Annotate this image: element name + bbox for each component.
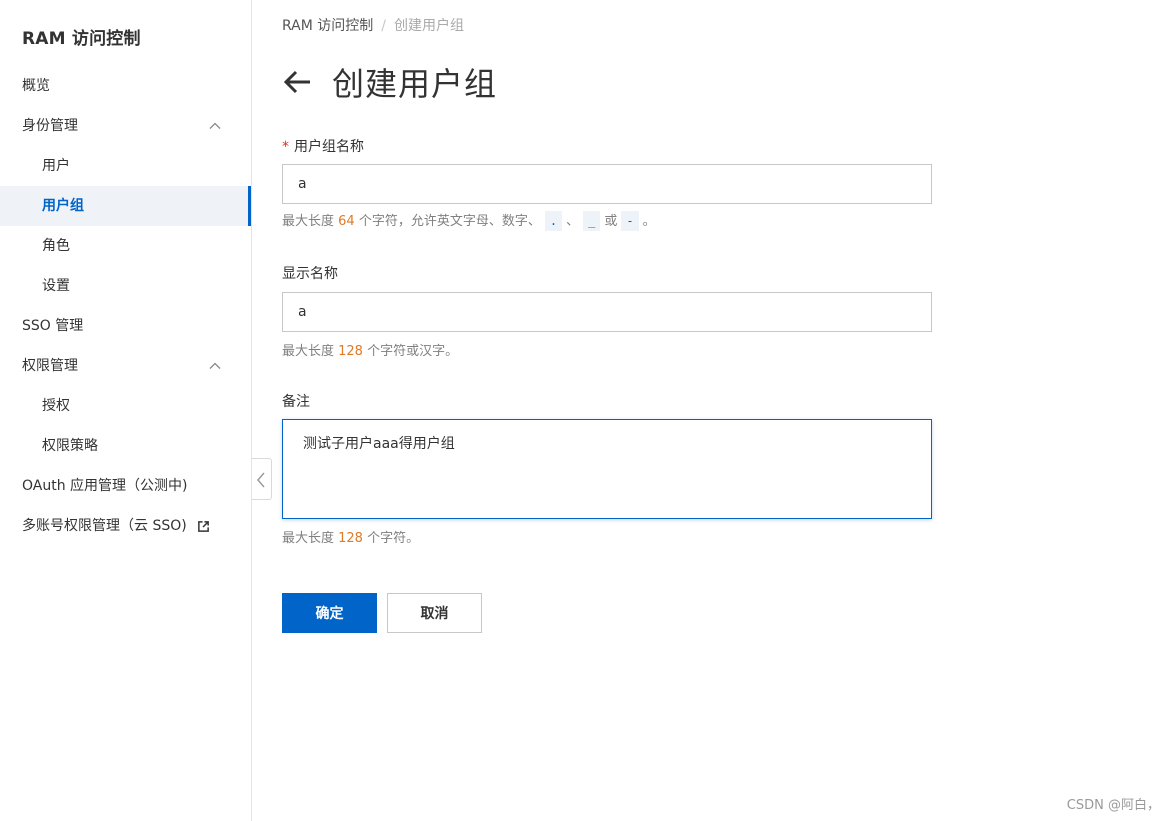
sidebar-item-users[interactable]: 用户 xyxy=(0,146,251,186)
sidebar-group-permissions[interactable]: 权限管理 xyxy=(0,346,251,386)
arrow-left-icon[interactable] xyxy=(282,67,312,97)
display-name-label: 显示名称 xyxy=(282,266,338,282)
sidebar-brand: RAM 访问控制 xyxy=(22,29,141,49)
display-name-help: 最大长度 128 个字符或汉字。 xyxy=(282,340,458,359)
sidebar-item-policies[interactable]: 权限策略 xyxy=(0,426,251,466)
sidebar-item-cloud-sso[interactable]: 多账号权限管理（云 SSO) xyxy=(0,506,251,546)
chevron-up-icon[interactable] xyxy=(209,360,221,372)
breadcrumb-separator: / xyxy=(381,18,386,34)
sidebar-item-label: 角色 xyxy=(42,238,70,254)
group-name-label-text: 用户组名称 xyxy=(294,139,364,155)
allowed-char-dash: - xyxy=(621,211,639,231)
group-name-label: * 用户组名称 xyxy=(282,136,364,156)
help-text: 个字符。 xyxy=(362,531,420,546)
allowed-char-dot: . xyxy=(544,211,563,231)
sidebar: RAM 访问控制 概览 身份管理 用户 用户组 角色 设置 SSO 管理 权限管… xyxy=(0,0,252,821)
help-text: 个字符，允许英文字母、数字、 xyxy=(354,214,541,229)
sidebar-item-grants[interactable]: 授权 xyxy=(0,386,251,426)
help-limit: 128 xyxy=(338,344,363,359)
breadcrumb-root-link[interactable]: RAM 访问控制 xyxy=(282,18,373,34)
allowed-char-underscore: _ xyxy=(583,211,601,231)
sidebar-item-label: 用户组 xyxy=(42,198,84,214)
sidebar-item-label: 授权 xyxy=(42,398,70,414)
chevron-left-icon xyxy=(257,472,265,488)
help-end: 。 xyxy=(642,214,656,229)
sidebar-nav: 概览 身份管理 用户 用户组 角色 设置 SSO 管理 权限管理 授权 权限策略 xyxy=(0,66,251,546)
group-name-help: 最大长度 64 个字符，允许英文字母、数字、.、 _ 或 -。 xyxy=(282,210,656,231)
help-text: 最大长度 xyxy=(282,214,339,229)
sidebar-group-identity[interactable]: 身份管理 xyxy=(0,106,251,146)
remark-textarea[interactable]: 测试子用户aaa得用户组 xyxy=(282,419,932,519)
sidebar-item-settings[interactable]: 设置 xyxy=(0,266,251,306)
sidebar-item-label: 概览 xyxy=(22,78,50,94)
group-name-input[interactable] xyxy=(282,164,932,204)
display-name-input[interactable] xyxy=(282,292,932,332)
sidebar-item-label: 身份管理 xyxy=(22,118,78,134)
help-text: 最大长度 xyxy=(282,344,339,359)
sidebar-item-label: 设置 xyxy=(42,278,70,294)
sidebar-item-label: OAuth 应用管理（公测中) xyxy=(22,478,188,494)
sidebar-item-sso[interactable]: SSO 管理 xyxy=(0,306,251,346)
sidebar-collapse-button[interactable] xyxy=(252,458,272,500)
help-separator: 、 xyxy=(566,214,580,229)
breadcrumb-current: 创建用户组 xyxy=(394,18,464,34)
page-title: 创建用户组 xyxy=(332,65,498,103)
help-or: 或 xyxy=(604,214,618,229)
sidebar-item-label: 权限管理 xyxy=(22,358,78,374)
sidebar-item-label: SSO 管理 xyxy=(22,318,84,334)
external-link-icon xyxy=(198,520,210,532)
help-text: 个字符或汉字。 xyxy=(362,344,459,359)
sidebar-item-oauth-apps[interactable]: OAuth 应用管理（公测中) xyxy=(0,466,251,506)
sidebar-item-label: 用户 xyxy=(42,158,70,174)
remark-help: 最大长度 128 个字符。 xyxy=(282,527,419,546)
chevron-up-icon[interactable] xyxy=(209,120,221,132)
sidebar-item-roles[interactable]: 角色 xyxy=(0,226,251,266)
sidebar-item-label: 权限策略 xyxy=(42,438,98,454)
breadcrumb: RAM 访问控制 / 创建用户组 xyxy=(282,15,464,35)
help-limit: 64 xyxy=(338,214,355,229)
help-limit: 128 xyxy=(338,531,363,546)
confirm-button[interactable]: 确定 xyxy=(282,593,377,633)
help-text: 最大长度 xyxy=(282,531,339,546)
sidebar-item-overview[interactable]: 概览 xyxy=(0,66,251,106)
cancel-button[interactable]: 取消 xyxy=(387,593,482,633)
required-mark: * xyxy=(282,139,289,155)
remark-label: 备注 xyxy=(282,394,310,410)
page-header: 创建用户组 xyxy=(282,60,497,104)
sidebar-item-label: 多账号权限管理（云 SSO) xyxy=(22,518,187,534)
sidebar-item-user-groups[interactable]: 用户组 xyxy=(0,186,251,226)
watermark: CSDN @阿白， xyxy=(1066,798,1160,813)
